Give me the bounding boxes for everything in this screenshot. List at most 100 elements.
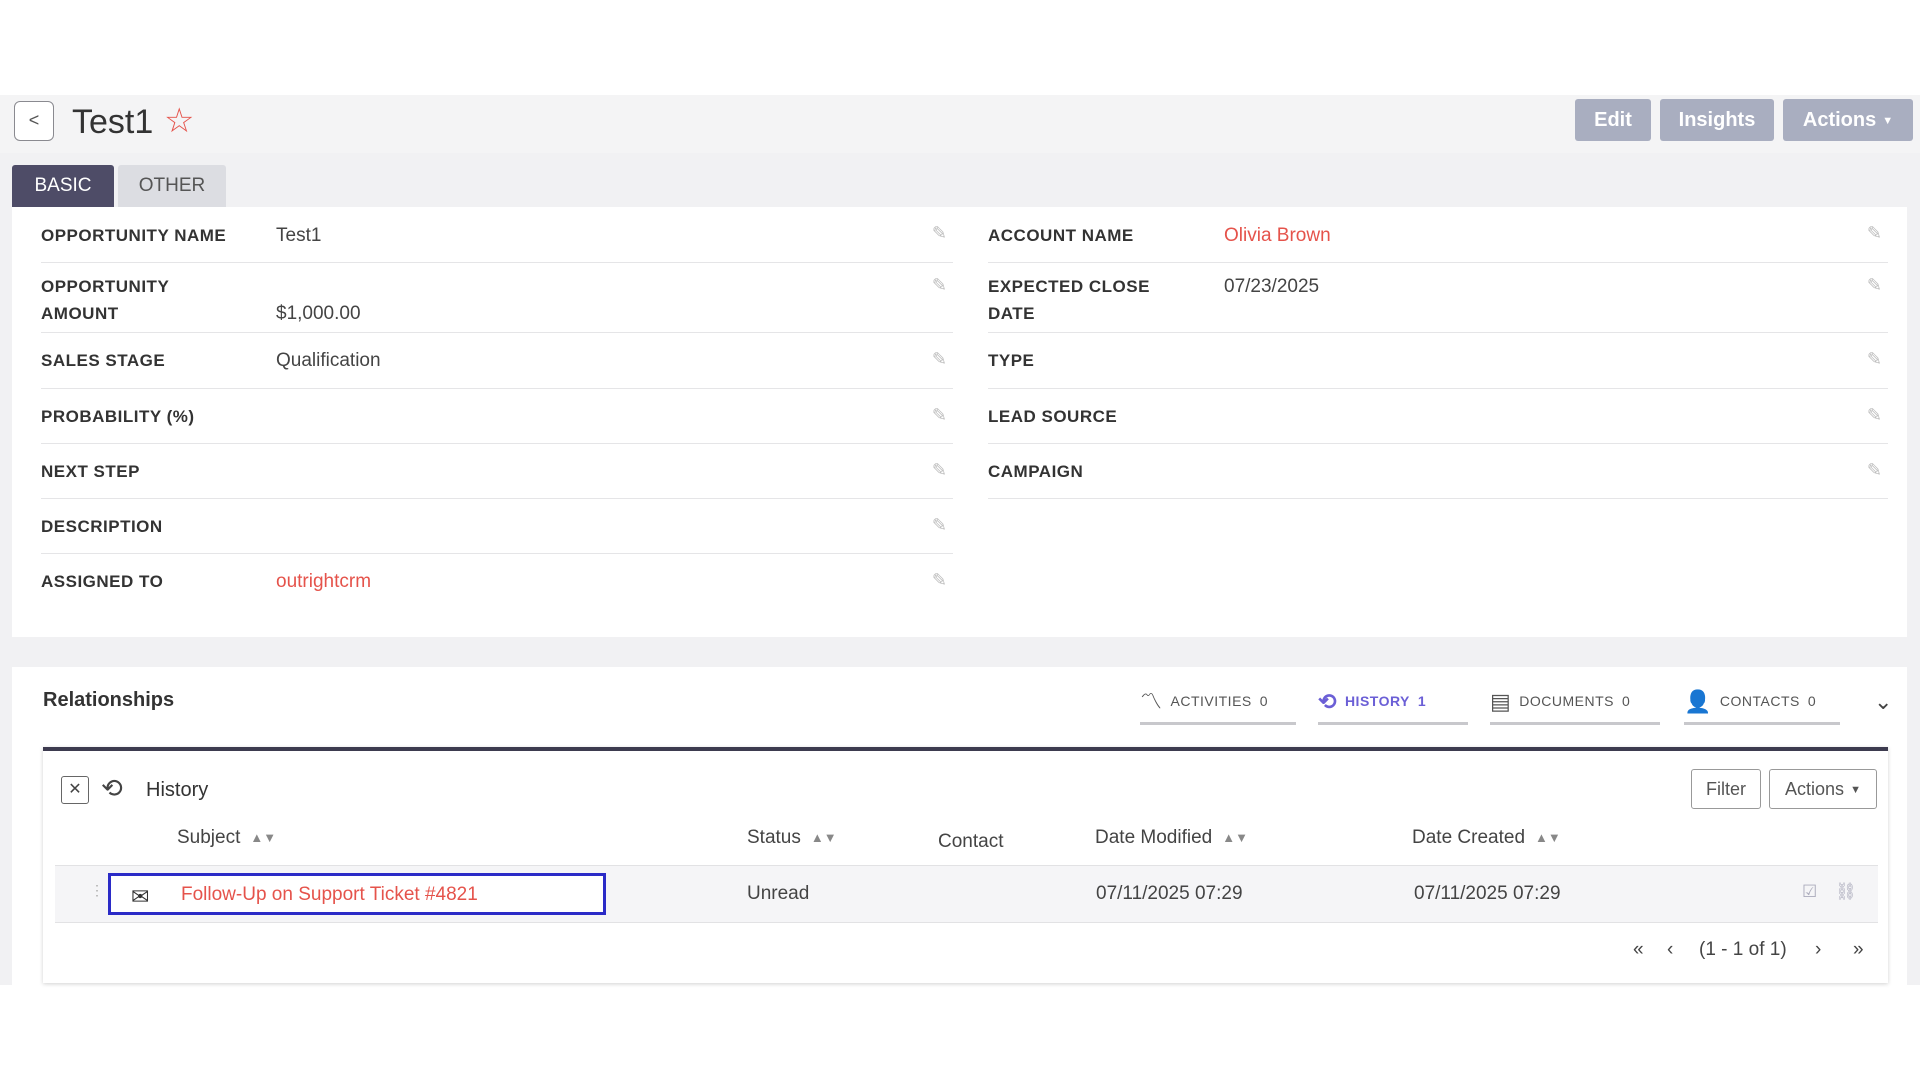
last-page-button[interactable]: » xyxy=(1853,939,1864,961)
field-label: OPPORTUNITY xyxy=(41,277,170,296)
field-label: EXPECTED CLOSE xyxy=(988,277,1150,296)
field-label: LEAD SOURCE xyxy=(988,407,1118,426)
pagination-info: (1 - 1 of 1) xyxy=(1699,939,1787,960)
prev-page-button[interactable]: ‹ xyxy=(1667,939,1673,961)
account-name-link[interactable]: Olivia Brown xyxy=(1224,222,1331,249)
sort-icon: ▲▼ xyxy=(1222,830,1248,846)
column-label: Status xyxy=(747,827,801,848)
column-header-subject[interactable]: Subject ▲▼ xyxy=(177,827,276,849)
field-label: DESCRIPTION xyxy=(41,517,163,536)
field-assigned-to: ASSIGNED TO outrightcrm ✎ xyxy=(41,554,953,609)
field-value: 07/23/2025 xyxy=(1224,276,1320,297)
close-icon[interactable]: ✕ xyxy=(61,776,89,804)
field-account-name: ACCOUNT NAME Olivia Brown ✎ xyxy=(988,207,1888,263)
status-cell: Unread xyxy=(747,883,810,904)
email-icon: ✉ xyxy=(131,884,150,909)
sort-icon: ▲▼ xyxy=(250,830,277,846)
tab-activities[interactable]: 〽 ACTIVITIES 0 xyxy=(1140,681,1296,725)
next-page-button[interactable]: › xyxy=(1815,939,1821,961)
column-label: Date Modified xyxy=(1095,827,1213,848)
pencil-icon[interactable]: ✎ xyxy=(932,570,947,591)
column-header-date-modified[interactable]: Date Modified ▲▼ xyxy=(1095,827,1248,849)
pencil-icon[interactable]: ✎ xyxy=(932,515,947,536)
date-modified-cell: 07/11/2025 07:29 xyxy=(1096,883,1243,904)
history-icon: ⟲ xyxy=(101,773,123,803)
field-probability: PROBABILITY (%) ✎ xyxy=(41,389,953,444)
edit-button[interactable]: Edit xyxy=(1575,99,1651,141)
table-row: ⋮ ✉ Follow-Up on Support Ticket #4821 Un… xyxy=(55,865,1878,923)
tab-other[interactable]: OTHER xyxy=(118,165,226,207)
pencil-icon[interactable]: ✎ xyxy=(1867,460,1882,481)
activities-icon: 〽 xyxy=(1140,689,1163,715)
field-value: $1,000.00 xyxy=(276,303,361,324)
subpanel-actions-button[interactable]: Actions ▼ xyxy=(1769,769,1877,809)
field-sales-stage: SALES STAGE Qualification ✎ xyxy=(41,333,953,389)
field-value: Qualification xyxy=(276,350,381,371)
actions-dropdown-button[interactable]: Actions ▼ xyxy=(1783,99,1913,141)
chevron-down-icon[interactable]: ⌄ xyxy=(1874,689,1892,715)
subpanel-title: History xyxy=(146,779,209,801)
assigned-user-link[interactable]: outrightcrm xyxy=(276,568,371,595)
field-opportunity-name: OPPORTUNITY NAME Test1 ✎ xyxy=(41,207,953,263)
tab-label: ACTIVITIES xyxy=(1170,693,1252,709)
detail-panel: OPPORTUNITY NAME Test1 ✎ OPPORTUNITY AMO… xyxy=(12,207,1907,637)
caret-down-icon: ▼ xyxy=(1882,114,1894,127)
tab-history[interactable]: ⟲ HISTORY 1 xyxy=(1318,681,1468,725)
relationships-title: Relationships xyxy=(43,689,175,711)
tab-label: DOCUMENTS xyxy=(1519,693,1615,709)
field-label-line2: DATE xyxy=(988,304,1036,323)
history-icon: ⟲ xyxy=(1318,689,1337,715)
unlink-icon[interactable]: ⛓ xyxy=(1835,882,1857,902)
tab-label: HISTORY xyxy=(1344,693,1410,709)
tab-label: CONTACTS xyxy=(1719,693,1800,709)
tab-documents[interactable]: ▤ DOCUMENTS 0 xyxy=(1490,681,1660,725)
contacts-icon: 👤 xyxy=(1684,689,1712,715)
pencil-icon[interactable]: ✎ xyxy=(1867,405,1882,426)
pencil-icon[interactable]: ✎ xyxy=(932,349,947,370)
relationships-panel: Relationships 〽 ACTIVITIES 0 ⟲ HISTORY 1 ▤ DO… xyxy=(12,667,1907,985)
record-title: Test1 xyxy=(72,103,154,141)
field-label: ASSIGNED TO xyxy=(41,572,164,591)
field-label: PROBABILITY (%) xyxy=(41,407,195,426)
tab-contacts[interactable]: 👤 CONTACTS 0 xyxy=(1684,681,1840,725)
history-subpanel: ✕ ⟲ History Filter Actions ▼ Subject ▲▼ St… xyxy=(43,747,1888,983)
first-page-button[interactable]: « xyxy=(1633,939,1644,961)
field-label: OPPORTUNITY NAME xyxy=(41,226,227,245)
sort-icon: ▲▼ xyxy=(1535,830,1561,846)
field-label-line2: AMOUNT xyxy=(41,304,119,323)
tab-count: 1 xyxy=(1417,693,1427,709)
date-created-cell: 07/11/2025 07:29 xyxy=(1414,883,1561,904)
pencil-icon[interactable]: ✎ xyxy=(932,460,947,481)
opportunity-detail-view: < Test1 ☆ Edit Insights Actions ▼ BASIC O… xyxy=(0,95,1920,985)
drag-handle-icon[interactable]: ⋮ xyxy=(90,882,104,899)
pencil-icon[interactable]: ✎ xyxy=(1867,223,1882,244)
insights-button[interactable]: Insights xyxy=(1660,99,1774,141)
field-type: TYPE ✎ xyxy=(988,333,1888,389)
column-header-status[interactable]: Status ▲▼ xyxy=(747,827,837,849)
field-label: CAMPAIGN xyxy=(988,462,1084,481)
tab-count: 0 xyxy=(1259,693,1269,709)
record-header: < Test1 ☆ Edit Insights Actions ▼ xyxy=(0,95,1920,153)
tab-basic[interactable]: BASIC xyxy=(12,165,114,207)
pencil-icon[interactable]: ✎ xyxy=(932,223,947,244)
back-button[interactable]: < xyxy=(14,101,54,141)
field-next-step: NEXT STEP ✎ xyxy=(41,444,953,499)
tab-count: 0 xyxy=(1622,693,1631,709)
edit-icon[interactable]: ☑ xyxy=(1802,882,1817,902)
pencil-icon[interactable]: ✎ xyxy=(932,275,947,296)
pencil-icon[interactable]: ✎ xyxy=(932,405,947,426)
field-label: NEXT STEP xyxy=(41,462,140,481)
column-header-contact: Contact xyxy=(938,831,1004,852)
subject-link[interactable]: Follow-Up on Support Ticket #4821 xyxy=(181,884,478,906)
tab-count: 0 xyxy=(1807,693,1817,709)
field-opportunity-amount: OPPORTUNITY AMOUNT $1,000.00 ✎ xyxy=(41,263,953,333)
pencil-icon[interactable]: ✎ xyxy=(1867,349,1882,370)
filter-button[interactable]: Filter xyxy=(1691,769,1761,809)
field-value: Test1 xyxy=(276,225,322,246)
field-label: ACCOUNT NAME xyxy=(988,226,1134,245)
field-expected-close-date: EXPECTED CLOSE DATE 07/23/2025 ✎ xyxy=(988,263,1888,333)
favorite-star-icon[interactable]: ☆ xyxy=(164,103,194,139)
actions-label: Actions xyxy=(1785,779,1845,799)
column-header-date-created[interactable]: Date Created ▲▼ xyxy=(1412,827,1561,849)
pencil-icon[interactable]: ✎ xyxy=(1867,275,1882,296)
